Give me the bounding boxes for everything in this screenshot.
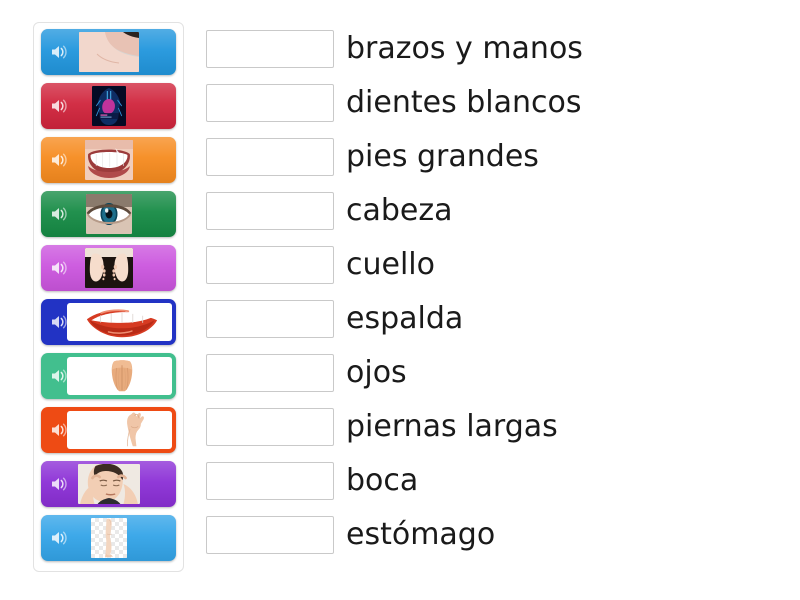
audio-tile-10[interactable] — [41, 515, 176, 561]
answer-row: cuello — [206, 238, 766, 292]
answer-row: pies grandes — [206, 130, 766, 184]
drop-target-9[interactable] — [206, 462, 334, 500]
answer-column: brazos y manos dientes blancos pies grande… — [206, 22, 766, 562]
tile-thumbnail-baby-feet-photo — [84, 248, 133, 288]
drop-target-10[interactable] — [206, 516, 334, 554]
drop-target-1[interactable] — [206, 30, 334, 68]
tile-thumbnail-white-teeth-photo — [84, 140, 133, 180]
match-up-activity: brazos y manos dientes blancos pies grande… — [0, 0, 800, 600]
answer-label-4: cabeza — [346, 193, 453, 228]
audio-tile-3[interactable] — [41, 137, 176, 183]
drop-target-3[interactable] — [206, 138, 334, 176]
audio-tile-2[interactable] — [41, 83, 176, 129]
audio-tile-9[interactable] — [41, 461, 176, 507]
answer-row: piernas largas — [206, 400, 766, 454]
answer-label-9: boca — [346, 463, 419, 498]
answer-label-5: cuello — [346, 247, 435, 282]
answer-row: estómago — [206, 508, 766, 562]
audio-tile-6[interactable] — [41, 299, 176, 345]
audio-tile-7[interactable] — [41, 353, 176, 399]
answer-row: dientes blancos — [206, 76, 766, 130]
answer-row: cabeza — [206, 184, 766, 238]
drop-target-4[interactable] — [206, 192, 334, 230]
answer-row: brazos y manos — [206, 22, 766, 76]
drop-target-6[interactable] — [206, 300, 334, 338]
tile-thumbnail-raised-arm-photo — [73, 412, 171, 448]
audio-tiles-panel — [33, 22, 184, 572]
answer-label-3: pies grandes — [346, 139, 539, 174]
answer-label-10: estómago — [346, 517, 496, 552]
drop-target-2[interactable] — [206, 84, 334, 122]
tile-thumbnail-leg-cutout — [90, 518, 127, 558]
tile-thumbnail-back-torso-clipart — [79, 358, 165, 394]
audio-tile-8[interactable] — [41, 407, 176, 453]
answer-label-2: dientes blancos — [346, 85, 582, 120]
answer-label-7: ojos — [346, 355, 407, 390]
audio-tile-4[interactable] — [41, 191, 176, 237]
audio-tile-5[interactable] — [41, 245, 176, 291]
answer-row: ojos — [206, 346, 766, 400]
tile-thumbnail-stomach-diagram — [91, 86, 126, 126]
answer-label-6: espalda — [346, 301, 464, 336]
drop-target-8[interactable] — [206, 408, 334, 446]
answer-label-8: piernas largas — [346, 409, 558, 444]
tile-thumbnail-mouth-lips-clipart — [79, 304, 165, 340]
audio-tile-1[interactable] — [41, 29, 176, 75]
tile-thumbnail-eye-photo — [85, 194, 132, 234]
tile-thumbnail-man-head-photo — [77, 464, 140, 504]
answer-row: boca — [206, 454, 766, 508]
answer-row: espalda — [206, 292, 766, 346]
drop-target-7[interactable] — [206, 354, 334, 392]
drop-target-5[interactable] — [206, 246, 334, 284]
tile-thumbnail-neck-photo — [78, 32, 139, 72]
answer-label-1: brazos y manos — [346, 31, 583, 66]
